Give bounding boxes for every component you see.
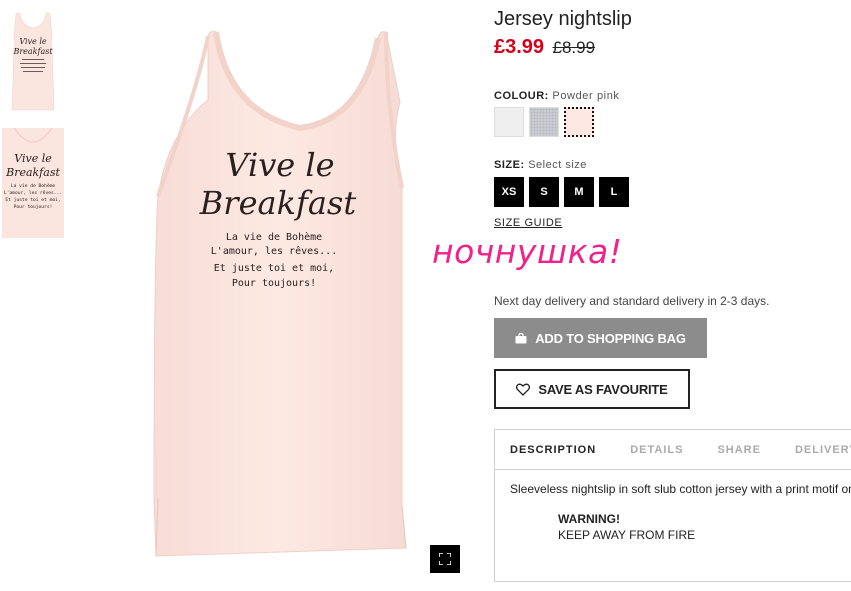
thumbnail-print-detail[interactable]: Vive le Breakfast La vie de Bohème L'amo… (2, 128, 64, 238)
colour-label-key: COLOUR: (494, 90, 549, 102)
print-line-2: L'amour, les rêves... (211, 245, 337, 257)
thumb2-small-line1: La vie de Bohème (11, 182, 55, 189)
size-m-button[interactable]: M (564, 177, 594, 207)
colour-value: Powder pink (552, 90, 620, 102)
size-guide-link[interactable]: SIZE GUIDE (494, 217, 562, 229)
nightslip-illustration: Vive le Breakfast La vie de Bohème L'amo… (153, 31, 407, 557)
swatch-grey[interactable] (529, 107, 559, 137)
add-to-bag-button[interactable]: ADD TO SHOPPING BAG (494, 318, 707, 358)
tab-bar: DESCRIPTION DETAILS SHARE DELIVERY (495, 430, 851, 470)
size-s-button[interactable]: S (529, 177, 559, 207)
size-label-key: SIZE: (494, 159, 525, 171)
size-selector: XS S M L (494, 177, 629, 207)
expand-image-button[interactable] (430, 545, 460, 573)
colour-swatches (494, 106, 595, 138)
print-title-line1: Vive le (225, 146, 334, 184)
thumbnail-front-image: Vive le Breakfast (2, 8, 64, 114)
colour-label: COLOUR: Powder pink (494, 90, 620, 102)
price-row: £3.99 £8.99 (494, 36, 595, 59)
tab-share[interactable]: SHARE (717, 444, 761, 456)
shopping-bag-icon (515, 332, 527, 343)
warning-text: KEEP AWAY FROM FIRE (558, 528, 696, 542)
save-favourite-button[interactable]: SAVE AS FAVOURITE (494, 369, 690, 409)
thumb1-print-line1: Vive le (19, 37, 47, 46)
thumb1-print-line2: Breakfast (12, 47, 53, 56)
description-text: Sleeveless nightslip in soft slub cotton… (510, 482, 851, 496)
thumb2-print-line2: Breakfast (5, 166, 60, 179)
print-line-1: La vie de Bohème (226, 231, 322, 243)
main-product-image[interactable]: Vive le Breakfast La vie de Bohème L'amo… (140, 28, 475, 558)
product-title: Jersey nightslip (494, 8, 632, 30)
handwritten-annotation: ночнушка! (432, 232, 623, 271)
print-line-3: Et juste toi et moi, (214, 263, 334, 274)
sale-price: £3.99 (494, 36, 545, 58)
size-xs-button[interactable]: XS (494, 177, 524, 207)
swatch-powder-pink[interactable] (563, 106, 595, 138)
size-l-button[interactable]: L (599, 177, 629, 207)
size-label: SIZE: Select size (494, 159, 587, 171)
original-price: £8.99 (552, 38, 596, 57)
thumb2-small-line2: L'amour, les rêves... (4, 189, 62, 196)
warning-title: WARNING! (558, 512, 620, 526)
heart-icon (516, 383, 531, 396)
thumb2-print-line1: Vive le (14, 152, 52, 165)
tab-description[interactable]: DESCRIPTION (510, 444, 596, 456)
thumbnail-detail-image: Vive le Breakfast La vie de Bohème L'amo… (2, 128, 64, 238)
size-value: Select size (528, 159, 587, 171)
product-details-tabs: DESCRIPTION DETAILS SHARE DELIVERY Sleev… (494, 429, 851, 582)
save-favourite-label: SAVE AS FAVOURITE (538, 381, 668, 397)
expand-icon (439, 553, 451, 565)
thumbnail-front[interactable]: Vive le Breakfast (2, 8, 64, 114)
add-to-bag-label: ADD TO SHOPPING BAG (535, 330, 686, 346)
thumb2-small-line3: Et juste toi et moi, (5, 197, 60, 203)
swatch-white[interactable] (494, 107, 524, 137)
delivery-note: Next day delivery and standard delivery … (494, 294, 770, 308)
print-title-line2: Breakfast (199, 184, 357, 222)
thumb2-small-line4: Pour toujours! (14, 204, 53, 210)
tab-delivery[interactable]: DELIVERY (795, 444, 851, 456)
tab-details[interactable]: DETAILS (630, 444, 683, 456)
print-line-4: Pour toujours! (232, 278, 316, 289)
